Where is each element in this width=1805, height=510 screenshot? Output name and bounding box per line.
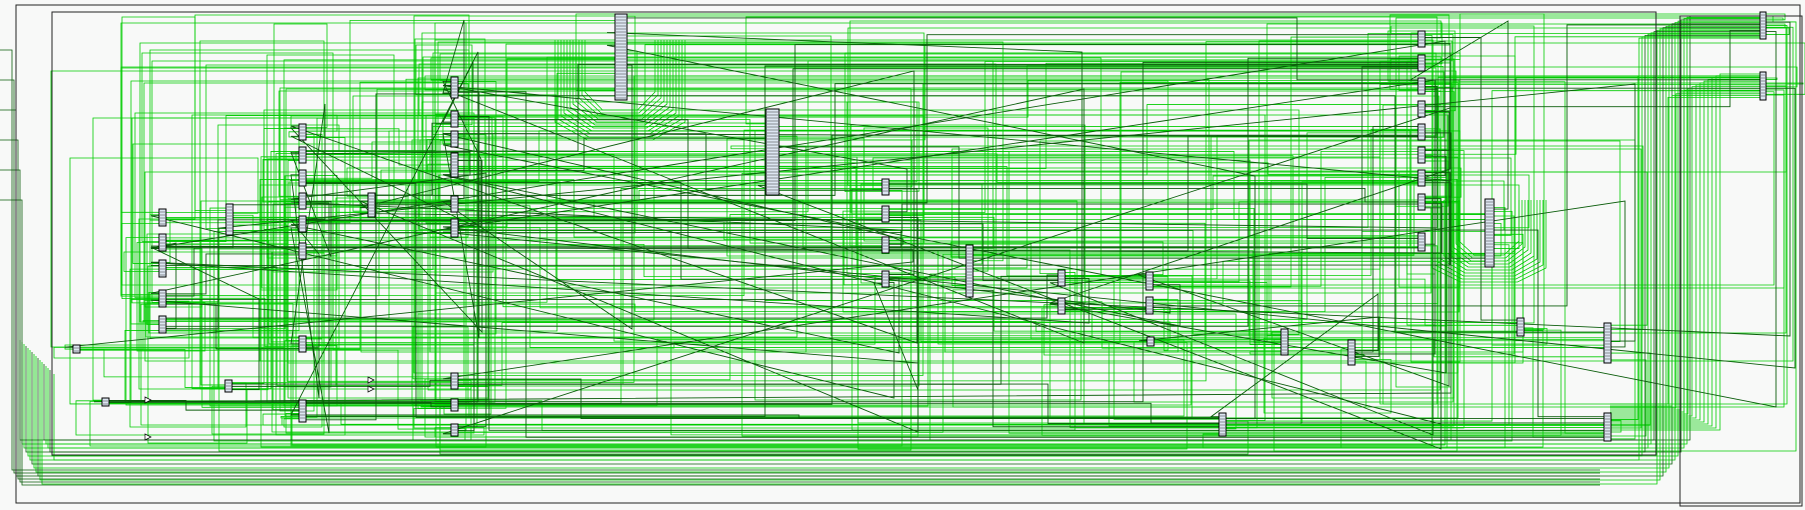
cell-instance-35[interactable]	[1145, 296, 1154, 315]
cell-instance-4[interactable]	[158, 259, 167, 278]
cell-instance-0[interactable]	[1759, 11, 1767, 40]
cell-instance-13[interactable]	[298, 242, 307, 260]
cell-instance-14[interactable]	[298, 335, 307, 353]
cell-instance-28[interactable]	[881, 205, 890, 223]
schematic-svg[interactable]	[0, 0, 1805, 510]
cell-instance-10[interactable]	[298, 169, 307, 187]
cell-c-ra7[interactable]	[1417, 169, 1426, 187]
cell-instance-9[interactable]	[298, 146, 307, 164]
cell-instance-31[interactable]	[965, 244, 974, 298]
cell-instance-39[interactable]	[1218, 412, 1227, 437]
cell-instance-7[interactable]	[225, 203, 234, 236]
cell-instance-19[interactable]	[450, 130, 459, 148]
cell-c-ra5[interactable]	[1417, 123, 1426, 141]
cell-instance-44[interactable]	[101, 397, 110, 407]
cell-instance-30[interactable]	[881, 270, 890, 288]
schematic-canvas[interactable]	[0, 0, 1805, 510]
cell-instance-29[interactable]	[881, 236, 890, 254]
cell-instance-18[interactable]	[450, 110, 459, 128]
cell-instance-8[interactable]	[298, 123, 307, 141]
cell-instance-24[interactable]	[450, 372, 459, 390]
cell-instance-15[interactable]	[298, 399, 307, 423]
cell-c-mid-big[interactable]	[765, 108, 780, 196]
cell-c-ra6[interactable]	[1417, 146, 1426, 164]
cell-instance-43[interactable]	[72, 344, 81, 354]
cell-c-right-big[interactable]	[1484, 198, 1495, 268]
cell-instance-5[interactable]	[158, 289, 167, 308]
cell-instance-36[interactable]	[1146, 336, 1155, 347]
cell-c-ra4[interactable]	[1417, 100, 1426, 118]
cell-instance-21[interactable]	[450, 195, 459, 213]
cell-instance-37[interactable]	[1280, 328, 1289, 356]
cell-instance-11[interactable]	[298, 192, 307, 210]
cell-c-ra8[interactable]	[1417, 193, 1426, 211]
cell-instance-33[interactable]	[1057, 297, 1066, 315]
cell-instance-12[interactable]	[298, 215, 307, 233]
cell-instance-2[interactable]	[158, 208, 167, 227]
cell-instance-3[interactable]	[158, 233, 167, 252]
cell-c-ra1[interactable]	[1417, 30, 1426, 48]
cell-c-top-center[interactable]	[614, 13, 628, 101]
cell-c-ra3[interactable]	[1417, 77, 1426, 95]
cell-instance-6[interactable]	[158, 315, 167, 334]
cell-instance-32[interactable]	[1057, 269, 1066, 287]
cell-c-ra2[interactable]	[1417, 54, 1426, 72]
cell-instance-27[interactable]	[881, 178, 890, 196]
